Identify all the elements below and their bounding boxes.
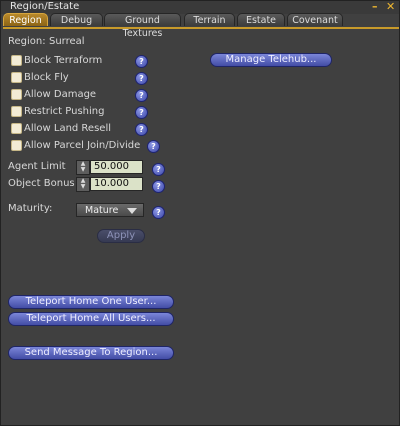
- region-name: Surreal: [49, 36, 85, 47]
- help-icon[interactable]: ?: [152, 180, 165, 193]
- help-icon[interactable]: ?: [135, 89, 148, 102]
- maturity-label: Maturity:: [8, 203, 53, 214]
- send-message-to-region-button[interactable]: Send Message To Region...: [8, 346, 174, 360]
- manage-telehub-button[interactable]: Manage Telehub...: [210, 53, 332, 67]
- maturity-value: Mature: [85, 205, 119, 216]
- help-icon[interactable]: ?: [147, 140, 160, 153]
- block-fly-checkbox[interactable]: [11, 72, 22, 83]
- spin-down-icon[interactable]: ▼: [77, 184, 89, 190]
- spin-down-icon[interactable]: ▼: [77, 167, 89, 173]
- object-bonus-spinner[interactable]: ▲ ▼: [76, 177, 90, 192]
- agent-limit-label: Agent Limit: [8, 161, 66, 172]
- allow-land-resell-checkbox[interactable]: [11, 123, 22, 134]
- allow-parcel-join-divide-label: Allow Parcel Join/Divide: [24, 140, 141, 151]
- restrict-pushing-label: Restrict Pushing: [24, 106, 105, 117]
- agent-limit-field[interactable]: 50.000: [90, 160, 143, 174]
- allow-damage-checkbox[interactable]: [11, 89, 22, 100]
- agent-limit-spinner[interactable]: ▲ ▼: [76, 160, 90, 175]
- help-icon[interactable]: ?: [135, 72, 148, 85]
- teleport-home-all-users-button[interactable]: Teleport Home All Users...: [8, 312, 174, 326]
- close-icon[interactable]: ✕: [386, 0, 395, 13]
- region-label: Region:: [8, 36, 46, 47]
- allow-parcel-join-divide-checkbox[interactable]: [11, 140, 22, 151]
- allow-damage-label: Allow Damage: [24, 89, 97, 100]
- maturity-dropdown[interactable]: Mature: [76, 203, 144, 217]
- block-terraform-label: Block Terraform: [24, 55, 103, 66]
- tab-region[interactable]: Region: [3, 13, 48, 26]
- tab-debug[interactable]: Debug: [50, 13, 103, 26]
- tab-estate[interactable]: Estate: [237, 13, 285, 26]
- apply-button[interactable]: Apply: [97, 229, 145, 243]
- teleport-home-one-user-button[interactable]: Teleport Home One User...: [8, 295, 174, 309]
- object-bonus-field[interactable]: 10.000: [90, 177, 143, 191]
- help-icon[interactable]: ?: [135, 106, 148, 119]
- object-bonus-label: Object Bonus: [8, 178, 75, 189]
- allow-land-resell-label: Allow Land Resell: [24, 123, 112, 134]
- tab-ground-textures[interactable]: Ground Textures: [104, 13, 181, 39]
- help-icon[interactable]: ?: [135, 55, 148, 68]
- help-icon[interactable]: ?: [152, 206, 165, 219]
- chevron-down-icon: [127, 208, 137, 214]
- tab-bar: Region Debug Ground Textures Terrain Est…: [3, 13, 399, 39]
- restrict-pushing-checkbox[interactable]: [11, 106, 22, 117]
- tab-terrain[interactable]: Terrain: [184, 13, 235, 26]
- minimize-icon[interactable]: –: [372, 0, 378, 13]
- help-icon[interactable]: ?: [135, 123, 148, 136]
- block-terraform-checkbox[interactable]: [11, 55, 22, 66]
- region-estate-window: Region/Estate – ✕ Region Debug Ground Te…: [0, 0, 400, 426]
- tab-covenant[interactable]: Covenant: [287, 13, 343, 26]
- help-icon[interactable]: ?: [152, 163, 165, 176]
- window-title: Region/Estate: [10, 1, 80, 12]
- block-fly-label: Block Fly: [24, 72, 69, 83]
